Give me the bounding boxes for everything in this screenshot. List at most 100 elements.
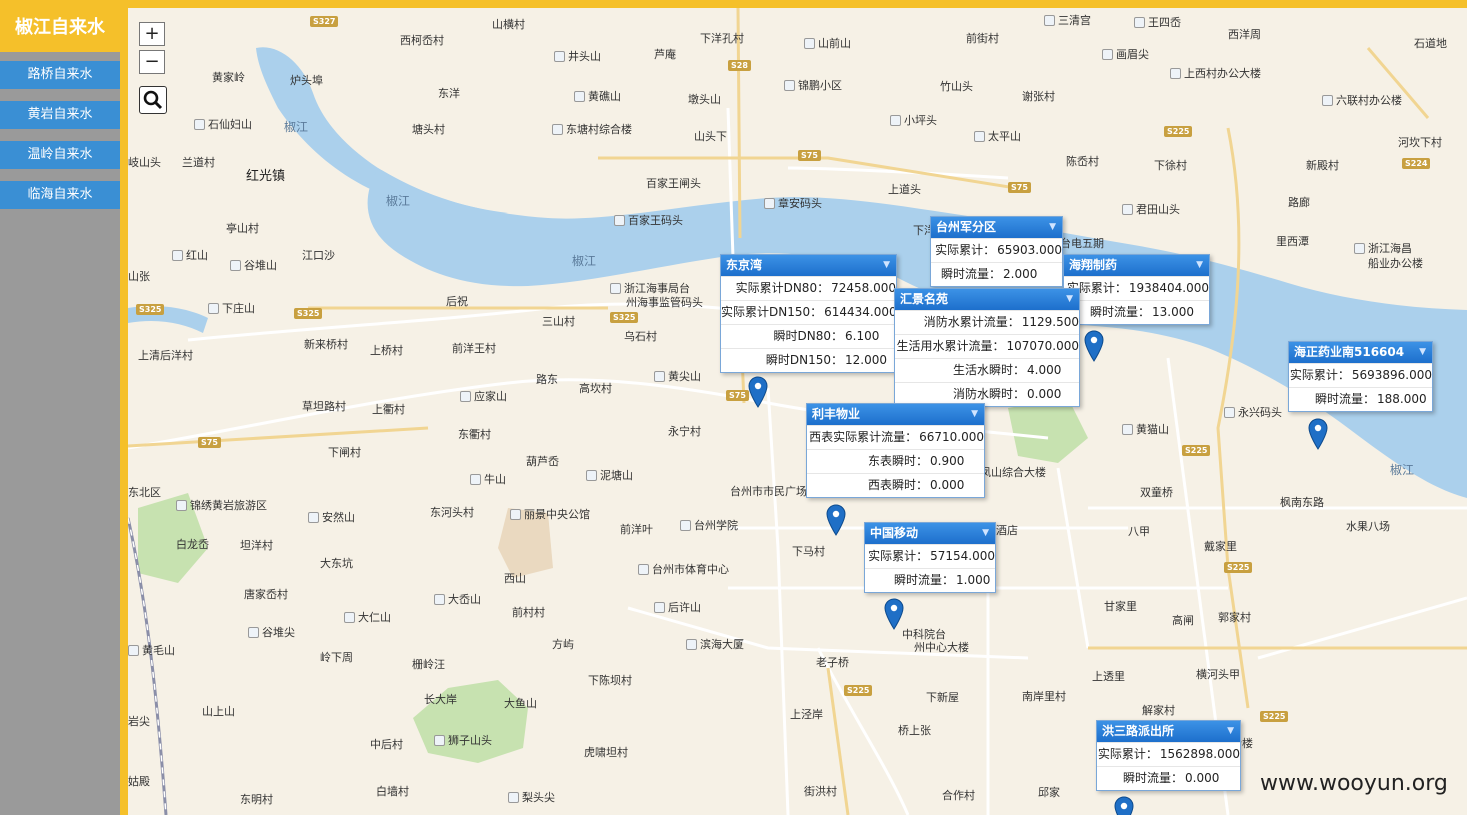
- popup-row: 瞬时DN150： 12.000: [721, 348, 896, 372]
- popup-row-value: 1938404.000: [1128, 281, 1209, 295]
- place-label: 后祝: [446, 295, 468, 309]
- zoom-in-button[interactable]: +: [139, 22, 165, 46]
- place-label: 山前山: [804, 37, 851, 51]
- nav-item-luqiao[interactable]: 路桥自来水: [0, 61, 120, 89]
- poi-icon: [1122, 424, 1133, 435]
- place-label: 白墙村: [376, 785, 409, 799]
- place-label: 黄猫山: [1122, 423, 1169, 437]
- meter-popup[interactable]: 洪三路派出所 ▼ 实际累计： 1562898.000 瞬时流量： 0.000: [1096, 720, 1241, 791]
- popup-row-label: 瞬时DN80：: [773, 329, 844, 343]
- popup-header[interactable]: 中国移动 ▼: [865, 523, 995, 544]
- poi-icon: [510, 509, 521, 520]
- map-pin-icon[interactable]: [1114, 796, 1134, 815]
- place-label: 大岙山: [434, 593, 481, 607]
- place-label-text: 君田山头: [1136, 203, 1180, 216]
- meter-popup[interactable]: 东京湾 ▼ 实际累计DN80： 72458.000 实际累计DN150： 614434.0…: [720, 254, 897, 373]
- popup-row-value: 4.000: [1027, 363, 1062, 377]
- chevron-down-icon[interactable]: ▼: [1227, 721, 1234, 742]
- chevron-down-icon[interactable]: ▼: [971, 404, 978, 425]
- place-label-text: 锦鹏小区: [798, 79, 842, 92]
- zoom-out-button[interactable]: −: [139, 50, 165, 74]
- nav-item-huangyan[interactable]: 黄岩自来水: [0, 101, 120, 129]
- place-label: 浙江海昌: [1354, 242, 1412, 256]
- popup-header[interactable]: 利丰物业 ▼: [807, 404, 984, 425]
- map-pin-icon[interactable]: [826, 504, 846, 536]
- place-label: 谷堆尖: [248, 626, 295, 640]
- place-label: 江口沙: [302, 249, 335, 263]
- place-label-text: 州海事监管码头: [626, 296, 703, 309]
- chevron-down-icon[interactable]: ▼: [982, 523, 989, 544]
- meter-popup[interactable]: 利丰物业 ▼ 西表实际累计流量： 66710.000 东表瞬时： 0.900 西表瞬时： 0.…: [806, 403, 985, 498]
- meter-popup[interactable]: 汇景名苑 ▼ 消防水累计流量： 1129.500 生活用水累计流量： 107070.000…: [894, 288, 1080, 407]
- place-label-text: 上清后洋村: [138, 349, 193, 362]
- chevron-down-icon[interactable]: ▼: [1419, 342, 1426, 363]
- popup-title: 利丰物业: [812, 407, 861, 421]
- place-label: 岐山头: [128, 156, 161, 170]
- place-label-text: 山头下: [694, 130, 727, 143]
- road-shield: S225: [1164, 126, 1193, 137]
- place-label-text: 画眉尖: [1116, 48, 1149, 61]
- sidebar-divider: [120, 8, 128, 815]
- place-label: 黄家岭: [212, 71, 245, 85]
- map-pin-icon[interactable]: [884, 598, 904, 630]
- place-label: 白龙岙: [176, 538, 209, 552]
- meter-popup[interactable]: 台州军分区 ▼ 实际累计： 65903.000 瞬时流量： 2.000: [930, 216, 1063, 287]
- popup-header[interactable]: 洪三路派出所 ▼: [1097, 721, 1240, 742]
- place-label: 小坪头: [890, 114, 937, 128]
- poi-icon: [1122, 204, 1133, 215]
- place-label: 东北区: [128, 486, 161, 500]
- place-label-text: 合作村: [942, 789, 975, 802]
- meter-popup[interactable]: 海正药业南516604 ▼ 实际累计： 5693896.000 瞬时流量： 188.000: [1288, 341, 1433, 412]
- place-label-text: 黄猫山: [1136, 423, 1169, 436]
- popup-header[interactable]: 海翔制药 ▼: [1064, 255, 1209, 276]
- place-label: 长大岸: [424, 693, 457, 707]
- poi-icon: [308, 512, 319, 523]
- popup-row-value: 72458.000: [831, 281, 896, 295]
- map-pin-icon[interactable]: [748, 376, 768, 408]
- popup-row-value: 65903.000: [997, 243, 1062, 257]
- meter-popup[interactable]: 中国移动 ▼ 实际累计： 57154.000 瞬时流量： 1.000: [864, 522, 996, 593]
- place-label-text: 亭山村: [226, 222, 259, 235]
- map-pin-icon[interactable]: [1084, 330, 1104, 362]
- place-label-text: 牛山: [484, 473, 506, 486]
- popup-header[interactable]: 台州军分区 ▼: [931, 217, 1062, 238]
- place-label-text: 三山村: [542, 315, 575, 328]
- popup-header[interactable]: 东京湾 ▼: [721, 255, 896, 276]
- road-shield: S225: [1260, 711, 1289, 722]
- place-label-text: 西洋周: [1228, 28, 1261, 41]
- place-label-text: 草坦路村: [302, 400, 346, 413]
- place-label: 红光镇: [246, 170, 285, 184]
- place-label: 甘家里: [1104, 600, 1137, 614]
- poi-icon: [176, 500, 187, 511]
- chevron-down-icon[interactable]: ▼: [883, 255, 890, 276]
- popup-header[interactable]: 海正药业南516604 ▼: [1289, 342, 1432, 363]
- map-search-button[interactable]: [139, 86, 167, 114]
- place-label: 墩头山: [688, 93, 721, 107]
- nav-item-linhai[interactable]: 临海自来水: [0, 181, 120, 209]
- place-label: 老子桥: [816, 656, 849, 670]
- place-label-text: 泥塘山: [600, 469, 633, 482]
- place-label: 台州学院: [680, 519, 738, 533]
- chevron-down-icon[interactable]: ▼: [1196, 255, 1203, 276]
- place-label-text: 枫南东路: [1280, 496, 1324, 509]
- place-label-text: 郭家村: [1218, 611, 1251, 624]
- map-pin-icon[interactable]: [1308, 418, 1328, 450]
- place-label-text: 石仙妇山: [208, 118, 252, 131]
- meter-popup[interactable]: 海翔制药 ▼ 实际累计： 1938404.000 瞬时流量： 13.000: [1063, 254, 1210, 325]
- road-shield: S225: [1182, 445, 1211, 456]
- place-label-text: 南岸里村: [1022, 690, 1066, 703]
- popup-row-value: 57154.000: [930, 549, 995, 563]
- popup-header[interactable]: 汇景名苑 ▼: [895, 289, 1079, 310]
- place-label-text: 谷堆山: [244, 259, 277, 272]
- place-label-text: 方屿: [552, 638, 574, 651]
- chevron-down-icon[interactable]: ▼: [1049, 217, 1056, 238]
- place-label-text: 桥上张: [898, 724, 931, 737]
- place-label: 大仁山: [344, 611, 391, 625]
- poi-icon: [974, 131, 985, 142]
- nav-item-wenling[interactable]: 温岭自来水: [0, 141, 120, 169]
- map-canvas[interactable]: 西柯岙村 山横村 下洋孔村 前街村 三清宫 王四岙 西洋周 黄家岭 炉头埠 井头山 芦庵 山前山 画眉尖…: [128, 8, 1467, 815]
- place-label: 山张: [128, 270, 150, 284]
- place-label: 葫芦岙: [526, 455, 559, 469]
- place-label-text: 岐山头: [128, 156, 161, 169]
- chevron-down-icon[interactable]: ▼: [1066, 289, 1073, 310]
